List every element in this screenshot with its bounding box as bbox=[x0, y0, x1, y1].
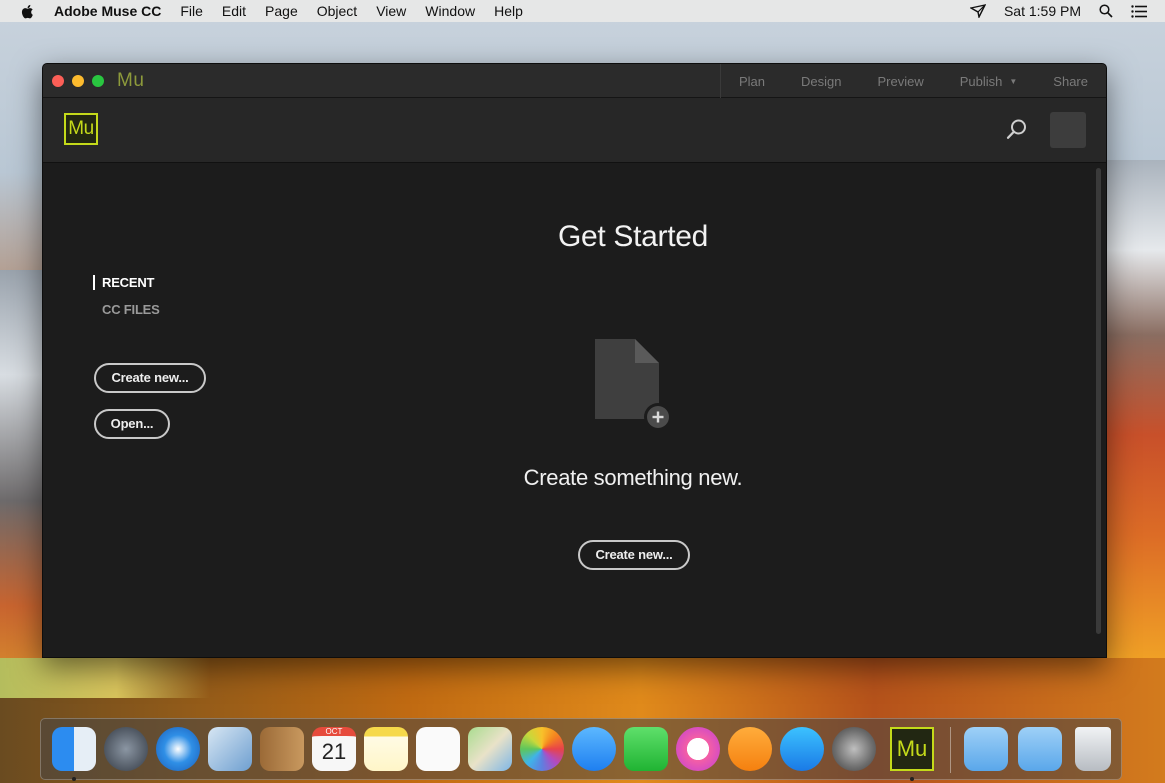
start-screen: RECENT CC FILES Create new... Open... Ge… bbox=[43, 163, 1106, 657]
apple-logo-icon[interactable] bbox=[20, 3, 36, 20]
mode-share[interactable]: Share bbox=[1035, 74, 1106, 89]
sidebar-tab-cc-files[interactable]: CC FILES bbox=[102, 302, 160, 317]
mode-publish[interactable]: Publish ▼ bbox=[942, 74, 1036, 89]
zoom-window-button[interactable] bbox=[92, 75, 104, 87]
adobe-muse-icon[interactable]: Mu bbox=[890, 727, 934, 771]
menu-page[interactable]: Page bbox=[265, 3, 298, 19]
new-document-plus-icon bbox=[595, 339, 672, 431]
sidebar-tab-recent[interactable]: RECENT bbox=[93, 275, 154, 290]
app-store-icon[interactable] bbox=[780, 727, 824, 771]
finder-icon[interactable] bbox=[52, 727, 96, 771]
applications-folder-icon[interactable] bbox=[964, 727, 1008, 771]
maps-icon[interactable] bbox=[468, 727, 512, 771]
sidebar-open-button[interactable]: Open... bbox=[94, 409, 170, 439]
muse-app-window: Mu Plan Design Preview Publish ▼ Share Mu… bbox=[42, 63, 1107, 658]
sidebar-create-new-button[interactable]: Create new... bbox=[94, 363, 206, 393]
user-avatar[interactable] bbox=[1050, 112, 1086, 148]
menu-view[interactable]: View bbox=[376, 3, 406, 19]
muse-logo: Mu bbox=[64, 113, 98, 145]
close-window-button[interactable] bbox=[52, 75, 64, 87]
mode-plan[interactable]: Plan bbox=[721, 74, 783, 89]
calendar-month: OCT bbox=[325, 727, 343, 736]
mode-switcher: Plan Design Preview Publish ▼ Share bbox=[719, 64, 1106, 98]
dock: OCT 21 Mu bbox=[40, 718, 1122, 781]
finder-running-indicator bbox=[72, 777, 76, 781]
mail-icon[interactable] bbox=[208, 727, 252, 771]
minimize-window-button[interactable] bbox=[72, 75, 84, 87]
calendar-icon[interactable]: OCT 21 bbox=[312, 727, 356, 771]
desktop-wallpaper-mountain-right bbox=[1105, 160, 1165, 660]
main-create-new-button[interactable]: Create new... bbox=[578, 540, 690, 570]
safari-icon[interactable] bbox=[156, 727, 200, 771]
app-toolbar: Mu bbox=[43, 98, 1106, 163]
menu-bar: Adobe Muse CC File Edit Page Object View… bbox=[0, 0, 1165, 22]
window-titlebar[interactable]: Mu Plan Design Preview Publish ▼ Share bbox=[43, 64, 1106, 98]
muse-running-indicator bbox=[910, 777, 914, 781]
itunes-icon[interactable] bbox=[676, 727, 720, 771]
mode-design[interactable]: Design bbox=[783, 74, 859, 89]
content-scrollbar[interactable] bbox=[1096, 168, 1101, 634]
dock-separator bbox=[950, 727, 951, 773]
messages-icon[interactable] bbox=[572, 727, 616, 771]
mode-publish-label: Publish bbox=[959, 73, 1003, 89]
ibooks-icon[interactable] bbox=[728, 727, 772, 771]
facetime-icon[interactable] bbox=[624, 727, 668, 771]
photos-icon[interactable] bbox=[520, 727, 564, 771]
menu-object[interactable]: Object bbox=[317, 3, 357, 19]
contacts-icon[interactable] bbox=[260, 727, 304, 771]
downloads-folder-icon[interactable] bbox=[1018, 727, 1062, 771]
notification-center-icon[interactable] bbox=[1131, 4, 1147, 18]
publish-dropdown-caret-icon: ▼ bbox=[1009, 76, 1018, 86]
launchpad-icon[interactable] bbox=[104, 727, 148, 771]
calendar-day: 21 bbox=[321, 739, 347, 764]
menu-bar-clock[interactable]: Sat 1:59 PM bbox=[1004, 3, 1081, 19]
trash-icon[interactable] bbox=[1075, 727, 1111, 771]
menu-edit[interactable]: Edit bbox=[222, 3, 246, 19]
wifi-icon[interactable] bbox=[969, 4, 986, 18]
desktop-wallpaper-mountain-left bbox=[0, 270, 44, 690]
reminders-icon[interactable] bbox=[416, 727, 460, 771]
page-title: Get Started bbox=[557, 220, 709, 253]
notes-icon[interactable] bbox=[364, 727, 408, 771]
spotlight-icon[interactable] bbox=[1099, 4, 1113, 18]
system-preferences-icon[interactable] bbox=[832, 727, 876, 771]
menu-app-name[interactable]: Adobe Muse CC bbox=[54, 3, 161, 19]
menu-file[interactable]: File bbox=[180, 3, 203, 19]
menu-help[interactable]: Help bbox=[494, 3, 523, 19]
search-icon[interactable] bbox=[1006, 118, 1028, 140]
create-something-text: Create something new. bbox=[523, 465, 743, 490]
menu-bar-status-area: Sat 1:59 PM bbox=[969, 0, 1165, 22]
window-title: Mu bbox=[117, 70, 145, 91]
mode-preview[interactable]: Preview bbox=[859, 74, 941, 89]
menu-window[interactable]: Window bbox=[425, 3, 475, 19]
